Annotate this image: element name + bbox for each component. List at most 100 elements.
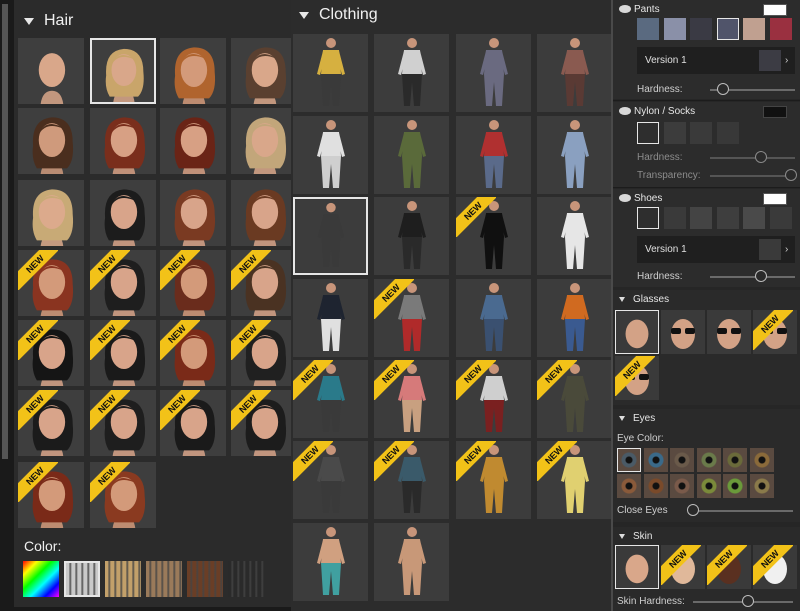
clothing-outfit-thumbnail[interactable]: NEW (293, 360, 368, 438)
hair-style-thumbnail[interactable]: NEW (160, 320, 226, 386)
clothing-outfit-thumbnail[interactable]: NEW (374, 360, 449, 438)
glasses-option-thumbnail[interactable] (661, 310, 705, 354)
eye-color-swatch[interactable] (670, 448, 694, 472)
clothing-outfit-thumbnail[interactable] (537, 197, 612, 275)
clothing-outfit-thumbnail[interactable] (293, 116, 368, 194)
eye-color-swatch[interactable] (723, 474, 747, 498)
visibility-eye-icon[interactable] (619, 5, 631, 13)
hair-color-swatch[interactable] (187, 561, 223, 597)
hair-style-thumbnail[interactable] (18, 180, 84, 246)
hair-style-thumbnail[interactable]: NEW (90, 462, 156, 528)
pants-color-swatch[interactable] (763, 4, 787, 16)
glasses-option-thumbnail[interactable]: NEW (615, 356, 659, 400)
nylon-transparency-knob[interactable] (784, 169, 797, 181)
clothing-outfit-thumbnail[interactable]: NEW (293, 441, 368, 519)
hair-color-swatch[interactable] (64, 561, 100, 597)
clothing-outfit-thumbnail[interactable] (374, 523, 449, 601)
close-eyes-slider[interactable] (693, 510, 793, 512)
clothing-outfit-thumbnail[interactable] (374, 34, 449, 112)
hair-style-thumbnail[interactable] (160, 180, 226, 246)
skin-hardness-knob[interactable] (742, 595, 754, 607)
visibility-eye-icon[interactable] (619, 107, 631, 115)
skin-tone-thumbnail[interactable] (615, 545, 659, 589)
hair-style-thumbnail[interactable] (90, 38, 156, 104)
pants-version-select[interactable]: Version 1 › (637, 47, 795, 74)
hair-style-thumbnail[interactable] (231, 38, 297, 104)
skin-tone-thumbnail[interactable]: NEW (661, 545, 705, 589)
shoes-variant-thumbnail[interactable] (637, 207, 659, 229)
hair-style-thumbnail[interactable] (231, 180, 297, 246)
hair-style-thumbnail[interactable]: NEW (90, 250, 156, 316)
hair-color-swatch[interactable] (105, 561, 141, 597)
clothing-outfit-thumbnail[interactable] (374, 116, 449, 194)
eye-color-swatch[interactable] (643, 474, 668, 498)
shoes-variant-thumbnail[interactable] (743, 207, 765, 229)
glasses-header[interactable]: Glasses (619, 294, 669, 305)
hair-style-thumbnail[interactable]: NEW (90, 390, 156, 456)
hair-style-thumbnail[interactable] (231, 108, 297, 174)
nylon-variant-thumbnail[interactable] (637, 122, 659, 144)
glasses-option-thumbnail[interactable]: NEW (753, 310, 797, 354)
hair-style-thumbnail[interactable]: NEW (160, 250, 226, 316)
shoes-variant-thumbnail[interactable] (716, 207, 739, 229)
clothing-outfit-thumbnail[interactable]: NEW (374, 279, 449, 357)
pants-variant-thumbnail[interactable] (663, 18, 686, 40)
shoes-hardness-knob[interactable] (755, 270, 767, 282)
hair-color-swatch[interactable] (228, 561, 264, 597)
pants-hardness-knob[interactable] (716, 83, 729, 95)
skin-tone-thumbnail[interactable]: NEW (753, 545, 797, 589)
hair-style-thumbnail[interactable]: NEW (90, 320, 156, 386)
hair-color-swatch[interactable] (146, 561, 182, 597)
glasses-option-thumbnail[interactable] (707, 310, 751, 354)
clothing-outfit-thumbnail[interactable]: NEW (537, 360, 612, 438)
pants-variant-thumbnail[interactable] (769, 18, 792, 40)
hair-style-thumbnail[interactable] (90, 180, 156, 246)
hair-style-thumbnail[interactable] (160, 108, 226, 174)
hair-style-thumbnail[interactable]: NEW (18, 462, 84, 528)
eye-color-swatch[interactable] (723, 448, 747, 472)
eye-color-swatch[interactable] (617, 474, 641, 498)
nylon-variant-thumbnail[interactable] (690, 122, 712, 144)
shoes-variant-thumbnail[interactable] (663, 207, 686, 229)
skin-header[interactable]: Skin (619, 531, 652, 542)
color-picker-swatch[interactable] (23, 561, 59, 597)
eye-color-swatch[interactable] (696, 448, 721, 472)
hair-style-thumbnail[interactable]: NEW (18, 390, 84, 456)
hair-style-thumbnail[interactable] (18, 38, 84, 104)
clothing-outfit-thumbnail[interactable] (293, 34, 368, 112)
clothing-outfit-thumbnail[interactable]: NEW (456, 441, 531, 519)
clothing-outfit-thumbnail[interactable]: NEW (456, 197, 531, 275)
shoes-variant-thumbnail[interactable] (690, 207, 712, 229)
eye-color-swatch[interactable] (643, 448, 668, 472)
clothing-outfit-thumbnail[interactable] (293, 523, 368, 601)
nylon-transparency-slider[interactable] (710, 175, 795, 177)
hair-style-thumbnail[interactable]: NEW (231, 320, 297, 386)
clothing-outfit-thumbnail[interactable]: NEW (456, 360, 531, 438)
shoes-variant-thumbnail[interactable] (769, 207, 792, 229)
clothing-outfit-thumbnail[interactable] (537, 34, 612, 112)
shoes-version-select[interactable]: Version 1 › (637, 236, 795, 263)
pants-variant-thumbnail[interactable] (690, 18, 712, 40)
nylon-variant-thumbnail[interactable] (716, 122, 739, 144)
eyes-header[interactable]: Eyes (619, 413, 655, 424)
shoes-color-swatch[interactable] (763, 193, 787, 205)
pants-variant-thumbnail[interactable] (716, 18, 739, 40)
clothing-outfit-thumbnail[interactable] (456, 116, 531, 194)
shoes-hardness-slider[interactable] (710, 276, 795, 278)
clothing-outfit-thumbnail[interactable] (537, 116, 612, 194)
clothing-outfit-thumbnail[interactable]: NEW (537, 441, 612, 519)
clothing-outfit-thumbnail[interactable] (456, 34, 531, 112)
clothing-outfit-thumbnail[interactable] (456, 279, 531, 357)
hair-style-thumbnail[interactable]: NEW (18, 250, 84, 316)
nylon-variant-thumbnail[interactable] (663, 122, 686, 144)
clothing-outfit-thumbnail[interactable] (537, 279, 612, 357)
clothing-section-header[interactable]: Clothing (299, 6, 378, 24)
hair-section-header[interactable]: Hair (24, 12, 73, 30)
eye-color-swatch[interactable] (749, 474, 774, 498)
hair-style-thumbnail[interactable]: NEW (231, 250, 297, 316)
hair-style-thumbnail[interactable] (90, 108, 156, 174)
pants-variant-thumbnail[interactable] (637, 18, 659, 40)
clothing-outfit-thumbnail[interactable] (374, 197, 449, 275)
hair-style-thumbnail[interactable] (18, 108, 84, 174)
hair-style-thumbnail[interactable]: NEW (160, 390, 226, 456)
